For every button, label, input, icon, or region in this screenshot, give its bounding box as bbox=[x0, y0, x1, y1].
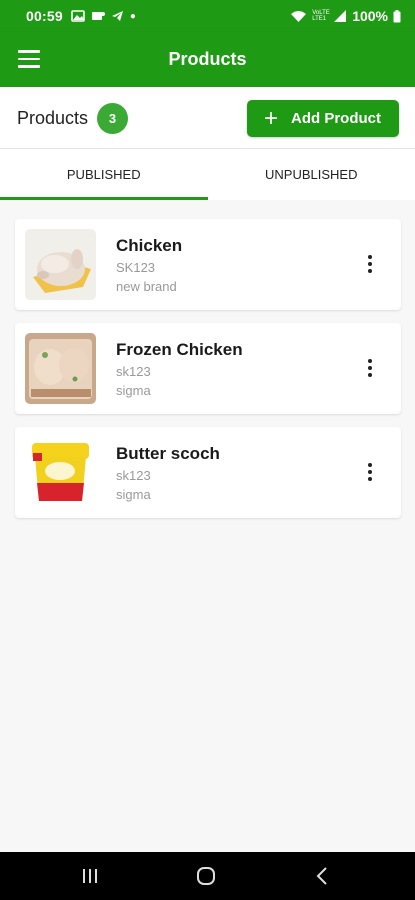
telegram-notification-icon bbox=[111, 11, 123, 21]
raw-chicken-image bbox=[25, 229, 96, 300]
product-sku: SK123 bbox=[116, 260, 156, 275]
battery-percent: 100% bbox=[352, 8, 388, 24]
gallery-notification-icon bbox=[71, 10, 85, 22]
signal-icon bbox=[334, 10, 347, 22]
recent-apps-icon[interactable] bbox=[60, 852, 120, 900]
products-label: Products bbox=[17, 108, 89, 128]
system-navigation-bar bbox=[0, 852, 415, 900]
product-brand: new brand bbox=[116, 279, 177, 294]
network-label: VoLTE LTE1 bbox=[312, 10, 330, 22]
product-name: Chicken bbox=[116, 236, 183, 255]
product-name: Frozen Chicken bbox=[116, 340, 243, 359]
product-card[interactable]: Butter scoch sk123 sigma bbox=[15, 427, 401, 518]
add-product-label: Add Product bbox=[291, 110, 382, 127]
status-bar: 00:59 ● VoLTE LTE1 100% bbox=[0, 0, 415, 32]
home-icon[interactable] bbox=[177, 852, 237, 900]
products-header: Products 3 + Add Product bbox=[0, 87, 415, 149]
tab-unpublished[interactable]: UNPUBLISHED bbox=[208, 149, 415, 200]
product-list: Chicken SK123 new brand Frozen Chicken s… bbox=[15, 219, 401, 531]
product-count-badge: 3 bbox=[97, 103, 128, 134]
more-options-icon[interactable] bbox=[367, 255, 373, 275]
product-card[interactable]: Chicken SK123 new brand bbox=[15, 219, 401, 310]
more-options-icon[interactable] bbox=[367, 359, 373, 379]
butter-tub-image bbox=[25, 437, 96, 508]
product-sku: sk123 bbox=[116, 364, 151, 379]
battery-icon bbox=[393, 9, 401, 22]
page-title: Products bbox=[168, 49, 247, 69]
add-product-button[interactable]: + Add Product bbox=[247, 100, 399, 137]
frozen-chicken-image bbox=[25, 333, 96, 404]
product-brand: sigma bbox=[116, 487, 151, 502]
plus-icon: + bbox=[264, 104, 279, 132]
status-time: 00:59 bbox=[26, 8, 63, 24]
notification-dot-icon: ● bbox=[129, 10, 136, 22]
product-brand: sigma bbox=[116, 383, 151, 398]
product-sku: sk123 bbox=[116, 468, 151, 483]
product-card[interactable]: Frozen Chicken sk123 sigma bbox=[15, 323, 401, 414]
back-icon[interactable] bbox=[292, 852, 352, 900]
tab-published[interactable]: PUBLISHED bbox=[0, 149, 208, 200]
hamburger-menu-icon[interactable] bbox=[18, 50, 40, 68]
wifi-icon bbox=[291, 11, 307, 22]
product-name: Butter scoch bbox=[116, 444, 220, 463]
more-options-icon[interactable] bbox=[367, 463, 373, 483]
teams-notification-icon bbox=[91, 12, 105, 20]
app-bar: Products bbox=[0, 32, 415, 87]
tab-bar: PUBLISHED UNPUBLISHED bbox=[0, 149, 415, 200]
